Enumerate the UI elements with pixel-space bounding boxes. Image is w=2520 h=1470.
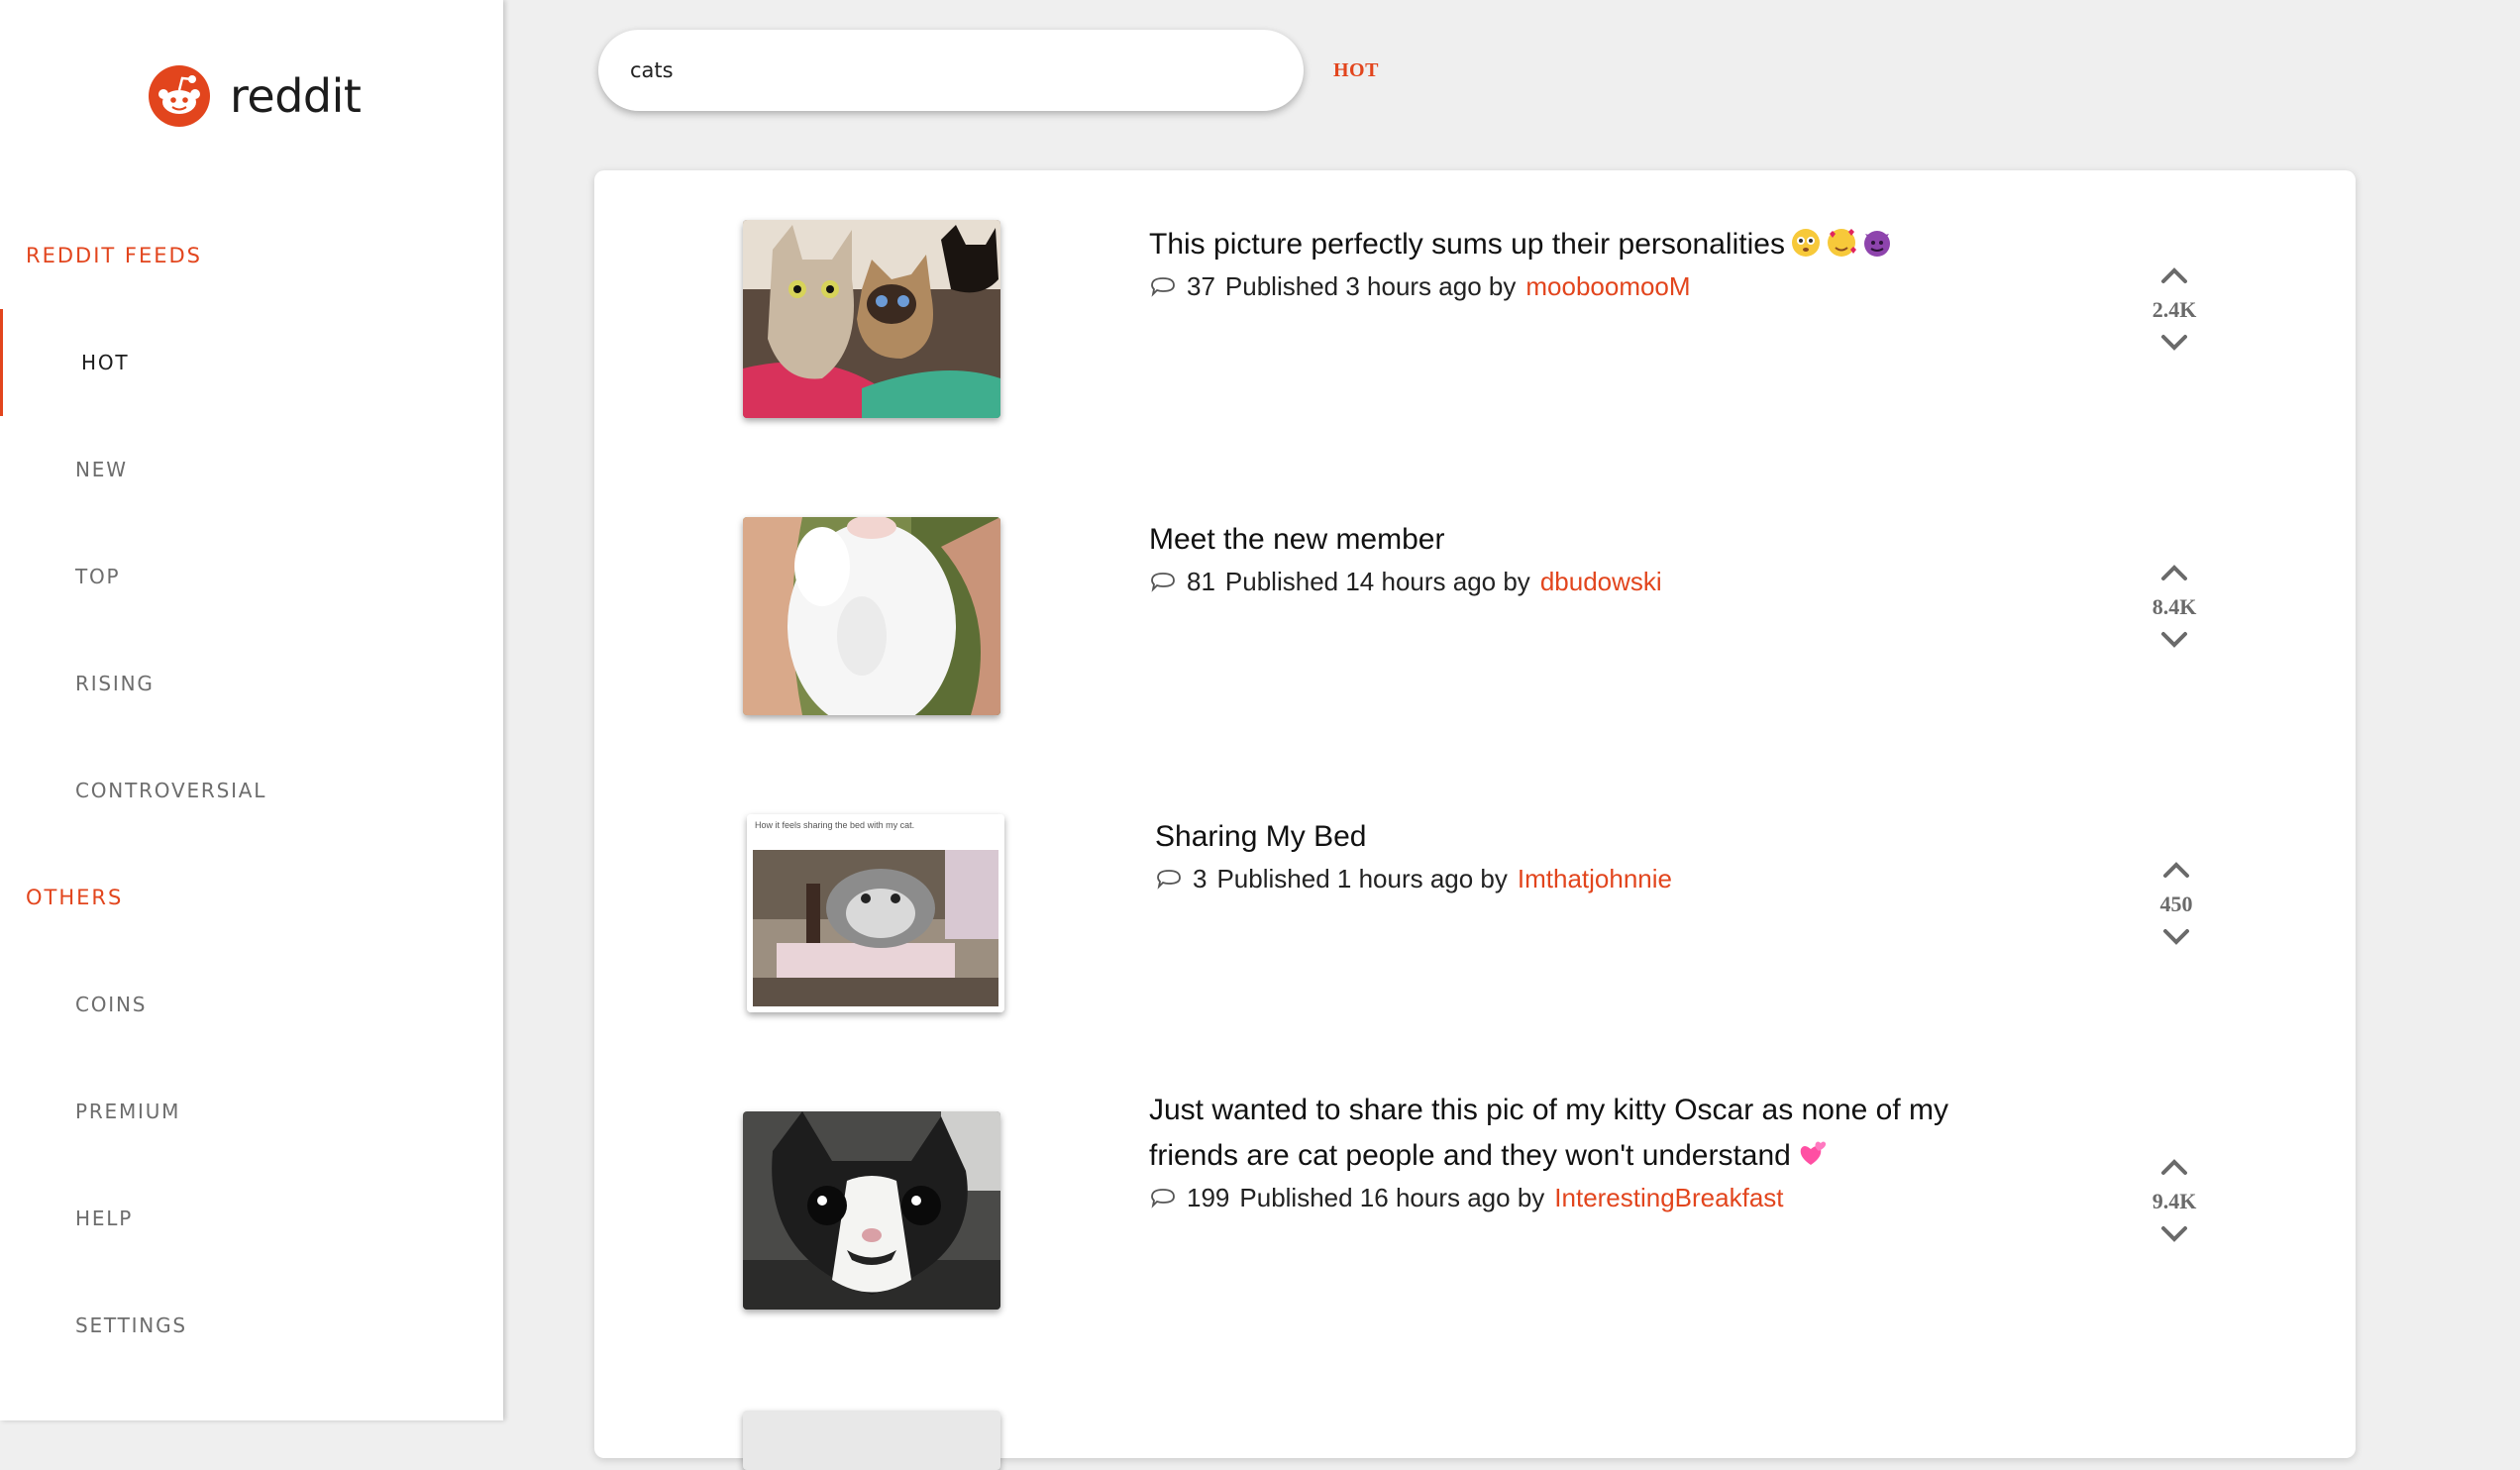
downvote-chevron-icon[interactable] [2157, 628, 2191, 652]
post-item[interactable]: Just wanted to share this pic of my kitt… [594, 1062, 2356, 1310]
sidebar-item-new[interactable]: NEW [0, 416, 503, 523]
comment-count: 199 [1187, 1183, 1230, 1212]
post-item[interactable]: This picture perfectly sums up their per… [594, 170, 2356, 418]
comment-icon [1151, 1188, 1175, 1208]
upvote-chevron-icon[interactable] [2157, 263, 2191, 287]
post-title[interactable]: This picture perfectly sums up their per… [1149, 222, 2011, 267]
downvote-chevron-icon[interactable] [2157, 331, 2191, 355]
search-bar[interactable] [598, 30, 1304, 111]
smiling-face-with-horns-icon [1863, 231, 1890, 257]
vote-controls: 2.4K [2130, 263, 2219, 355]
search-input[interactable] [628, 57, 1274, 83]
vote-controls: 8.4K [2130, 561, 2219, 652]
vote-score: 8.4K [2152, 594, 2197, 619]
post-title[interactable]: Just wanted to share this pic of my kitt… [1149, 1088, 2011, 1179]
upvote-chevron-icon[interactable] [2159, 858, 2193, 882]
author-link[interactable]: dbudowski [1540, 567, 1662, 597]
post-meta: 81 Published 14 hours ago by dbudowski [1149, 567, 2011, 597]
upvote-chevron-icon[interactable] [2157, 1155, 2191, 1179]
post-meta: 37 Published 3 hours ago by mooboomooM [1149, 271, 2011, 302]
comment-count: 3 [1193, 864, 1208, 893]
post-item[interactable]: How it feels sharing the bed with my cat… [594, 765, 2356, 1012]
sidebar-item-controversial[interactable]: CONTROVERSIAL [0, 737, 503, 844]
sidebar-item-hot[interactable]: HOT [0, 309, 503, 416]
flushed-face-icon [1791, 229, 1820, 257]
downvote-chevron-icon[interactable] [2159, 925, 2193, 949]
vote-score: 9.4K [2152, 1189, 2197, 1213]
post-title[interactable]: Meet the new member [1149, 517, 2011, 563]
cat-photo-thumbnail-icon [743, 220, 1000, 418]
vote-controls: 9.4K [2130, 1155, 2219, 1246]
downvote-chevron-icon[interactable] [2157, 1222, 2191, 1246]
post-thumbnail[interactable] [743, 1111, 1000, 1310]
post-meta: 199 Published 16 hours ago by Interestin… [1149, 1183, 2011, 1213]
published-text: Published 3 hours ago by [1224, 271, 1517, 301]
post-thumbnail[interactable] [743, 1411, 1000, 1470]
author-link[interactable]: mooboomooM [1525, 271, 1690, 302]
vote-score: 2.4K [2152, 297, 2197, 322]
brand[interactable]: reddit [149, 65, 362, 127]
sidebar-item-top[interactable]: TOP [0, 523, 503, 630]
sidebar-item-premium[interactable]: PREMIUM [0, 1058, 503, 1165]
published-text: Published 14 hours ago by [1224, 567, 1530, 596]
post-item[interactable]: Meet the new member 81 Published 14 hour… [594, 468, 2356, 715]
posts-card: This picture perfectly sums up their per… [594, 170, 2356, 1470]
meme-photo-thumbnail-icon: How it feels sharing the bed with my cat… [747, 814, 1004, 1012]
comment-count: 37 [1187, 271, 1215, 301]
comment-icon [1151, 572, 1175, 592]
upvote-chevron-icon[interactable] [2157, 561, 2191, 584]
post-content: Sharing My Bed 3 Published 1 hours ago b… [1155, 814, 2017, 894]
reddit-logo-icon [149, 65, 210, 127]
comment-icon [1157, 869, 1181, 890]
published-text: Published 1 hours ago by [1216, 864, 1508, 893]
author-link[interactable]: Imthatjohnnie [1518, 864, 1672, 894]
post-thumbnail[interactable]: How it feels sharing the bed with my cat… [747, 814, 1004, 1012]
thumbnail-caption: How it feels sharing the bed with my cat… [755, 820, 914, 830]
vote-score: 450 [2159, 892, 2193, 916]
brand-name: reddit [230, 69, 362, 123]
post-thumbnail[interactable] [743, 220, 1000, 418]
post-thumbnail[interactable] [743, 517, 1000, 715]
cat-photo-thumbnail-icon [743, 517, 1000, 715]
sidebar-item-settings[interactable]: SETTINGS [0, 1272, 503, 1379]
cat-photo-thumbnail-icon [743, 1111, 1000, 1310]
comment-count: 81 [1187, 567, 1215, 596]
vote-controls: 450 [2132, 858, 2221, 949]
author-link[interactable]: InterestingBreakfast [1554, 1183, 1783, 1213]
sidebar-item-rising[interactable]: RISING [0, 630, 503, 737]
published-text: Published 16 hours ago by [1239, 1183, 1545, 1212]
sidebar-item-help[interactable]: HELP [0, 1165, 503, 1272]
sidebar: reddit REDDIT FEEDS HOT NEW TOP RISING C… [0, 0, 503, 1420]
current-feed-label: HOT [1333, 59, 1379, 81]
comment-icon [1151, 276, 1175, 297]
post-title[interactable]: Sharing My Bed [1155, 814, 2017, 860]
sidebar-item-coins[interactable]: COINS [0, 951, 503, 1058]
section-title-others: OTHERS [26, 886, 124, 909]
post-content: Just wanted to share this pic of my kitt… [1149, 1088, 2011, 1213]
section-title-reddit-feeds: REDDIT FEEDS [26, 244, 203, 267]
post-meta: 3 Published 1 hours ago by Imthatjohnnie [1155, 864, 2017, 894]
two-hearts-icon [1800, 1141, 1826, 1165]
post-content: Meet the new member 81 Published 14 hour… [1149, 517, 2011, 597]
post-content: This picture perfectly sums up their per… [1149, 222, 2011, 302]
smiling-face-with-hearts-icon [1827, 229, 1856, 257]
